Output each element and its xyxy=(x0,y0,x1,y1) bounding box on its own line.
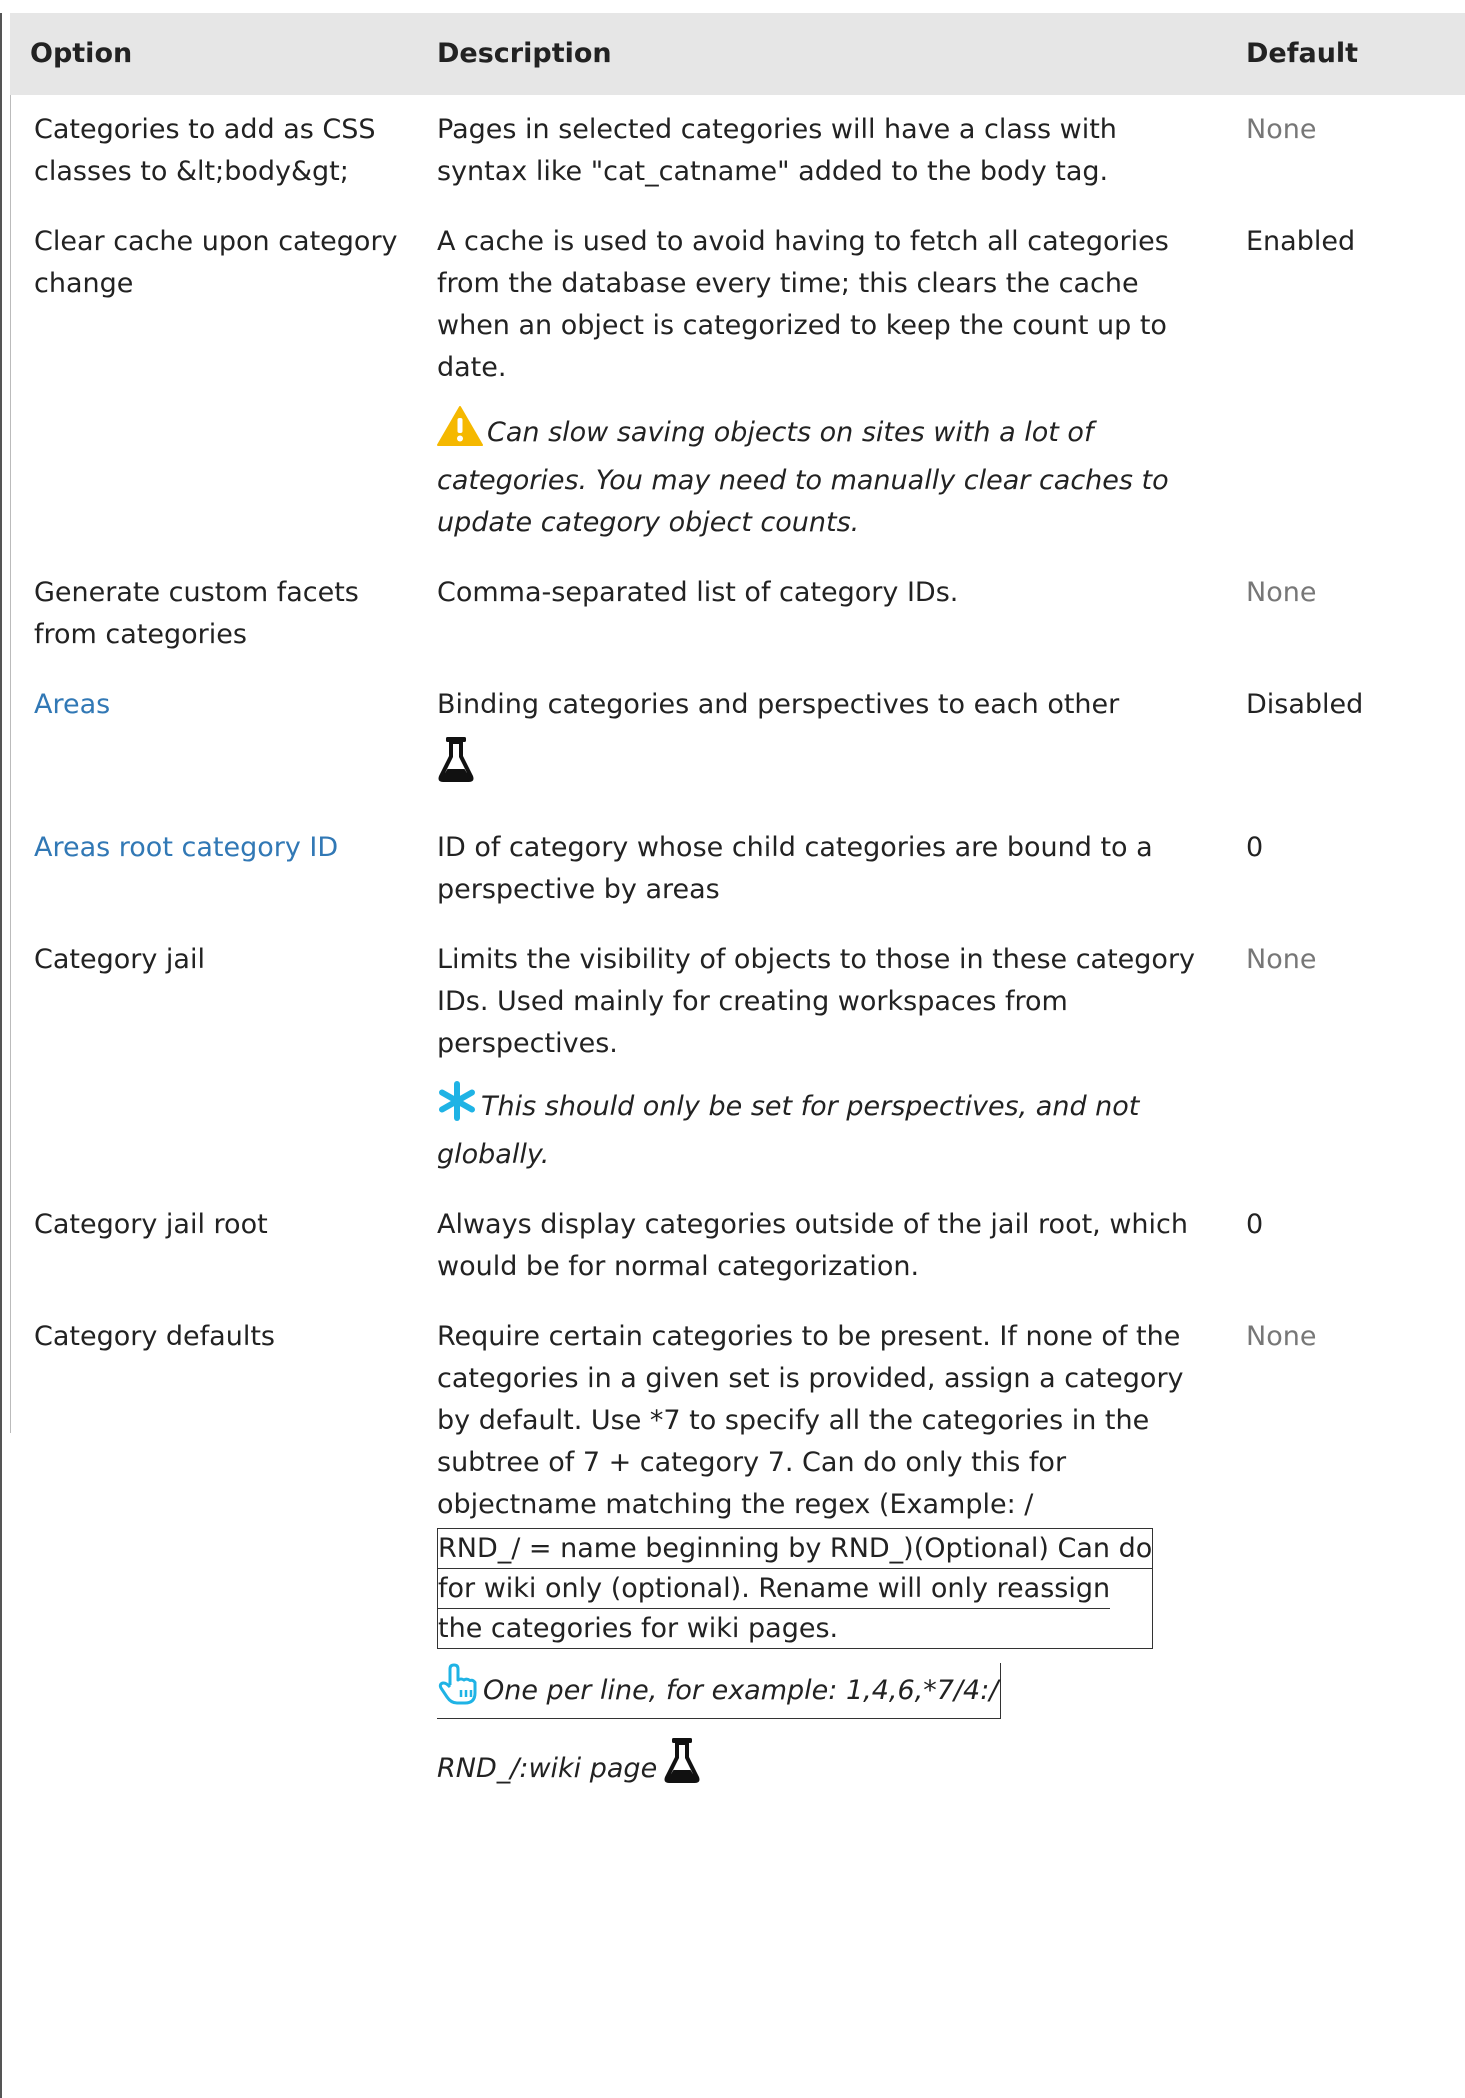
tip-note-box: One per line, for example: 1,4,6,*7/4:/ xyxy=(437,1663,1002,1719)
description-text: Comma-separated list of category IDs. xyxy=(437,577,959,608)
table-row: Clear cache upon category change A cache… xyxy=(10,209,1465,560)
table-header-row: Option Description Default xyxy=(10,13,1465,95)
option-name: Clear cache upon category change xyxy=(34,226,398,299)
description-text: Always display categories outside of the… xyxy=(437,1209,1188,1282)
flask-icon xyxy=(663,1737,701,1798)
option-description: Limits the visibility of objects to thos… xyxy=(417,927,1234,1192)
option-default: None xyxy=(1246,1321,1317,1352)
option-name: Category jail xyxy=(34,944,205,975)
table-row: Category jail root Always display catego… xyxy=(10,1192,1465,1304)
regex-example-line: the categories for wiki pages. xyxy=(438,1613,839,1644)
table-row: Generate custom facets from categories C… xyxy=(10,560,1465,672)
warning-note-text: Can slow saving objects on sites with a … xyxy=(437,417,1169,538)
description-text: A cache is used to avoid having to fetch… xyxy=(437,226,1169,383)
warning-note: Can slow saving objects on sites with a … xyxy=(437,405,1214,544)
pointing-hand-icon xyxy=(437,1663,479,1718)
option-default: Enabled xyxy=(1246,226,1356,257)
description-text: ID of category whose child categories ar… xyxy=(437,832,1153,905)
option-name: Categories to add as CSS classes to &lt;… xyxy=(34,114,376,187)
warning-icon xyxy=(437,405,483,460)
asterisk-icon xyxy=(437,1081,477,1134)
table-row: Category defaults Require certain catego… xyxy=(10,1304,1465,1814)
option-name: Areas xyxy=(10,672,417,815)
option-default: None xyxy=(1246,944,1317,975)
tip-note-text: One per line, for example: 1,4,6,*7/4:/ xyxy=(483,1675,999,1706)
info-note: This should only be set for perspectives… xyxy=(437,1081,1214,1176)
option-description: Require certain categories to be present… xyxy=(417,1304,1234,1814)
option-description: Always display categories outside of the… xyxy=(417,1192,1234,1304)
regex-example-line: RND_/ = name beginning by RND_)(Optional… xyxy=(438,1529,1153,1569)
option-link-areas-root[interactable]: Areas root category ID xyxy=(34,832,338,863)
option-default: None xyxy=(1246,577,1317,608)
header-option: Option xyxy=(10,13,417,95)
option-default: Disabled xyxy=(1246,689,1364,720)
page-left-border xyxy=(0,13,2,2098)
option-description: Pages in selected categories will have a… xyxy=(417,95,1234,209)
table-row: Areas root category ID ID of category wh… xyxy=(10,815,1465,927)
option-description: ID of category whose child categories ar… xyxy=(417,815,1234,927)
option-description: Binding categories and perspectives to e… xyxy=(417,672,1234,815)
option-name: Generate custom facets from categories xyxy=(34,577,359,650)
regex-example-line: for wiki only (optional). Rename will on… xyxy=(438,1569,1111,1609)
header-default: Default xyxy=(1234,13,1465,95)
flask-icon xyxy=(437,736,1214,797)
table-row: Category jail Limits the visibility of o… xyxy=(10,927,1465,1192)
description-text: Binding categories and perspectives to e… xyxy=(437,689,1120,720)
header-description: Description xyxy=(417,13,1234,95)
option-name: Category jail root xyxy=(34,1209,268,1240)
option-name: Areas root category ID xyxy=(10,815,417,927)
options-table: Option Description Default Categories to… xyxy=(10,13,1465,1814)
regex-example-box: RND_/ = name beginning by RND_)(Optional… xyxy=(437,1528,1154,1649)
table-row: Areas Binding categories and perspective… xyxy=(10,672,1465,815)
option-description: A cache is used to avoid having to fetch… xyxy=(417,209,1234,560)
option-default: None xyxy=(1246,114,1317,145)
tip-note: One per line, for example: 1,4,6,*7/4:/ xyxy=(437,1663,1214,1719)
option-name: Category defaults xyxy=(34,1321,275,1352)
tip-note-continued: RND_/:wiki page xyxy=(437,1737,1214,1798)
option-default: 0 xyxy=(1246,832,1264,863)
description-text: Pages in selected categories will have a… xyxy=(437,114,1117,187)
description-text: Limits the visibility of objects to thos… xyxy=(437,944,1196,1059)
table-row: Categories to add as CSS classes to &lt;… xyxy=(10,95,1465,209)
option-default: 0 xyxy=(1246,1209,1264,1240)
description-text: Require certain categories to be present… xyxy=(437,1321,1184,1520)
option-description: Comma-separated list of category IDs. xyxy=(417,560,1234,672)
tip-note-text: RND_/:wiki page xyxy=(437,1753,658,1784)
option-link-areas[interactable]: Areas xyxy=(34,689,110,720)
info-note-text: This should only be set for perspectives… xyxy=(437,1091,1140,1170)
